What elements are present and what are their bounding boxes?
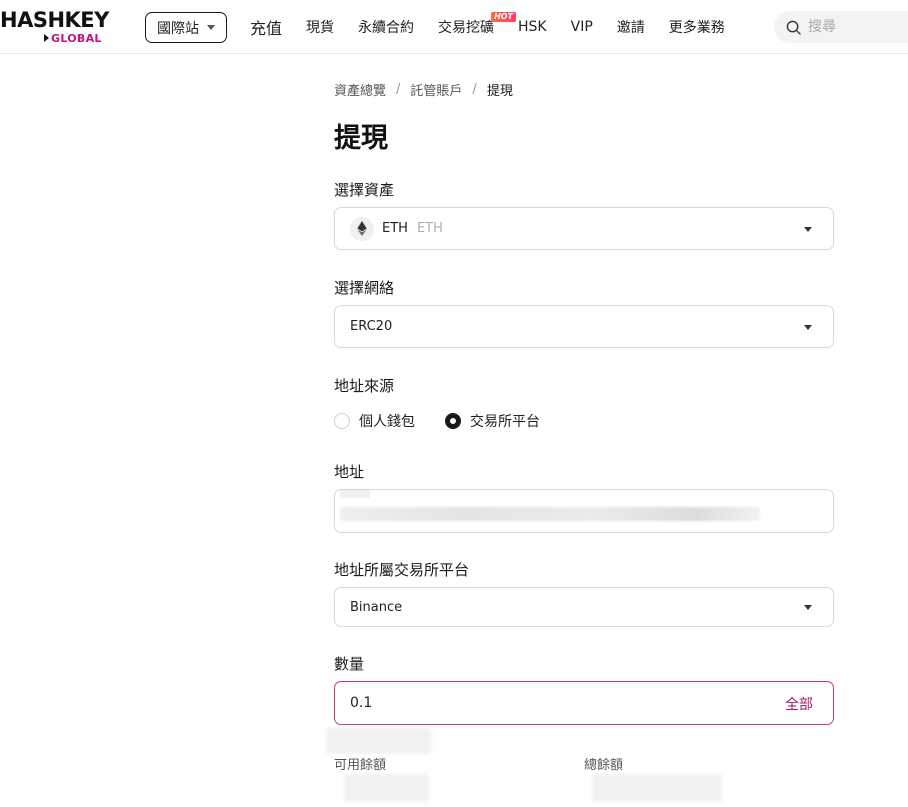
redacted-address-fragment bbox=[340, 490, 370, 498]
radio-exchange-platform[interactable]: 交易所平台 bbox=[445, 411, 540, 431]
nav-spot[interactable]: 現貨 bbox=[306, 17, 334, 37]
asset-label: 選擇資產 bbox=[334, 181, 395, 199]
nav-vip[interactable]: VIP bbox=[571, 19, 593, 35]
chevron-down-icon bbox=[804, 325, 812, 330]
logo-wordmark: HASHKEY bbox=[0, 8, 109, 32]
address-label: 地址 bbox=[334, 463, 365, 481]
logo-subtitle: GLOBAL bbox=[44, 32, 102, 46]
amount-input[interactable]: 0.1 全部 bbox=[334, 681, 834, 725]
nav-hsk[interactable]: HSK bbox=[518, 19, 547, 35]
exchange-select[interactable]: Binance bbox=[334, 587, 834, 627]
asset-symbol: ETH bbox=[382, 221, 408, 236]
radio-checked-icon bbox=[445, 413, 461, 429]
amount-value: 0.1 bbox=[350, 695, 373, 711]
hot-badge: HOT bbox=[491, 12, 517, 22]
search-icon bbox=[786, 20, 801, 35]
main-nav: 充值 現貨 永續合約 交易挖礦 HOT HSK VIP 邀請 更多業務 bbox=[250, 0, 749, 54]
hashkey-logo[interactable]: HASHKEY GLOBAL bbox=[0, 8, 110, 48]
network-value: ERC20 bbox=[350, 319, 393, 334]
nav-deposit[interactable]: 充值 bbox=[250, 15, 282, 39]
withdraw-form: 資產總覽 / 託管賬戶 / 提現 提現 選擇資產 ETH ETH 選擇網絡 ER… bbox=[326, 78, 834, 802]
chevron-down-icon bbox=[804, 227, 812, 232]
search-box[interactable] bbox=[774, 11, 908, 43]
page-title: 提現 bbox=[334, 123, 388, 154]
nav-more-business[interactable]: 更多業務 bbox=[669, 17, 725, 37]
amount-label: 數量 bbox=[334, 655, 365, 673]
site-selector-button[interactable]: 國際站 bbox=[145, 12, 227, 43]
nav-invite[interactable]: 邀請 bbox=[617, 17, 645, 37]
exchange-label: 地址所屬交易所平台 bbox=[334, 561, 470, 579]
redacted-note bbox=[326, 728, 431, 754]
nav-trade-mining-label: 交易挖礦 bbox=[438, 20, 495, 36]
breadcrumb-assets-overview[interactable]: 資產總覽 bbox=[334, 80, 386, 99]
play-triangle-icon bbox=[44, 34, 49, 42]
address-source-radios: 個人錢包 交易所平台 bbox=[334, 411, 540, 431]
total-balance-label: 總餘額 bbox=[584, 758, 624, 773]
radio-personal-wallet-label: 個人錢包 bbox=[359, 414, 415, 430]
breadcrumb: 資產總覽 / 託管賬戶 / 提現 bbox=[334, 78, 834, 100]
breadcrumb-custody-account[interactable]: 託管賬戶 bbox=[410, 80, 462, 99]
address-input[interactable] bbox=[334, 489, 834, 533]
address-source-label: 地址來源 bbox=[334, 377, 395, 395]
nav-perpetual[interactable]: 永續合約 bbox=[358, 17, 414, 37]
max-all-button[interactable]: 全部 bbox=[785, 694, 813, 714]
redacted-available-balance bbox=[344, 774, 429, 802]
site-selector-label: 國際站 bbox=[157, 20, 199, 37]
chevron-down-icon bbox=[804, 605, 812, 610]
chevron-down-icon bbox=[207, 25, 215, 30]
breadcrumb-separator: / bbox=[396, 81, 401, 97]
radio-exchange-platform-label: 交易所平台 bbox=[470, 414, 540, 430]
search-input[interactable] bbox=[808, 19, 898, 35]
available-balance-label: 可用餘額 bbox=[334, 758, 387, 773]
asset-name: ETH bbox=[416, 221, 443, 236]
redacted-total-balance bbox=[592, 774, 722, 802]
eth-icon bbox=[350, 216, 374, 241]
radio-unchecked-icon bbox=[334, 413, 350, 429]
exchange-value: Binance bbox=[350, 599, 403, 615]
breadcrumb-current: 提現 bbox=[486, 83, 513, 99]
redacted-address bbox=[340, 507, 760, 521]
top-header: HASHKEY GLOBAL 國際站 充值 現貨 永續合約 交易挖礦 HOT HS… bbox=[0, 0, 908, 54]
nav-trade-mining[interactable]: 交易挖礦 HOT bbox=[438, 12, 517, 37]
radio-personal-wallet[interactable]: 個人錢包 bbox=[334, 411, 415, 431]
network-select[interactable]: ERC20 bbox=[334, 305, 834, 348]
logo-subtitle-text: GLOBAL bbox=[51, 32, 102, 45]
asset-select[interactable]: ETH ETH bbox=[334, 207, 834, 250]
breadcrumb-separator: / bbox=[472, 81, 477, 97]
network-label: 選擇網絡 bbox=[334, 279, 395, 297]
